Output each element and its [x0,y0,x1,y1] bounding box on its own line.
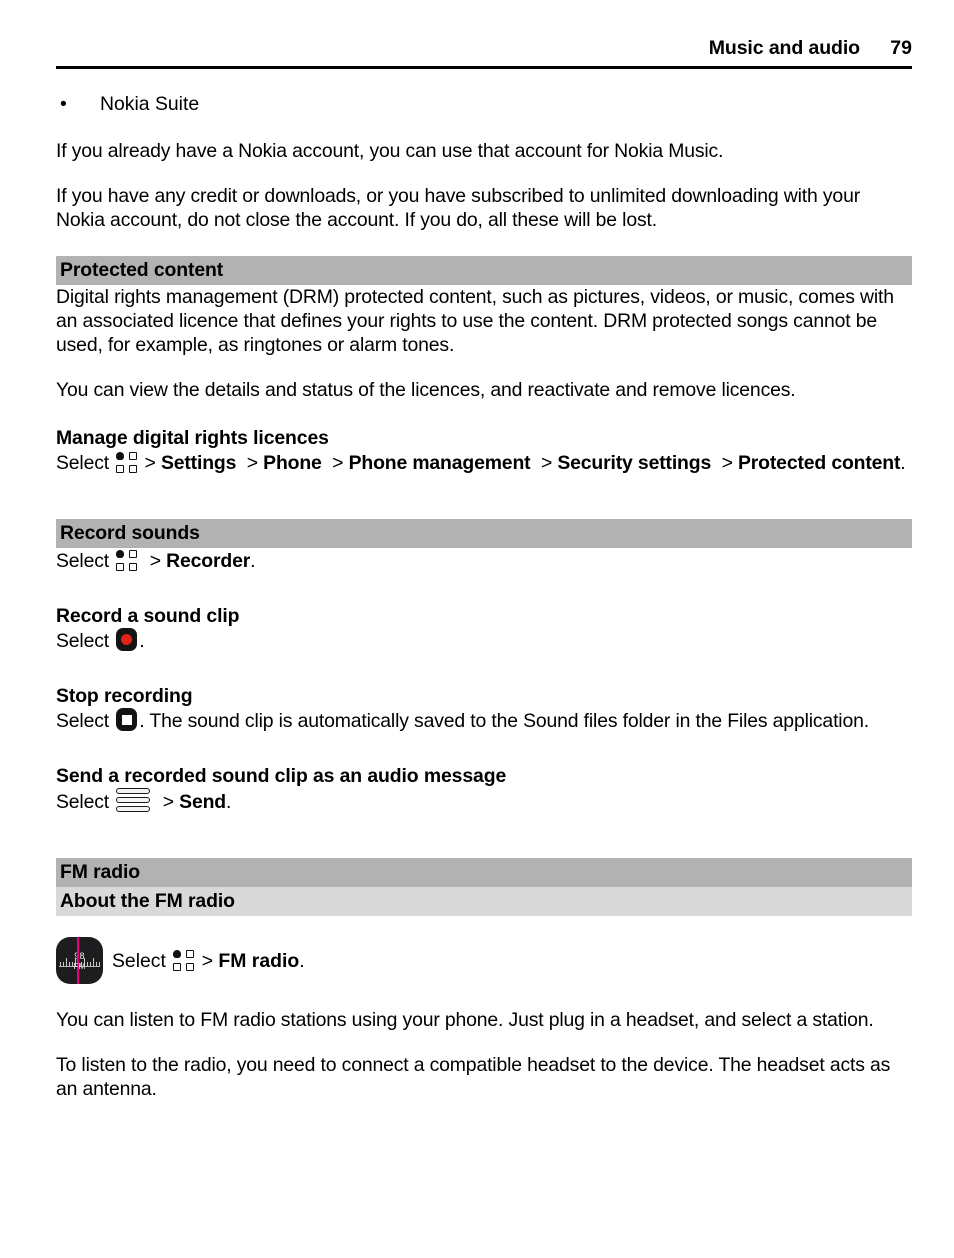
paragraph-drm-intro: Digital rights management (DRM) protecte… [56,286,894,356]
path-separator: > [540,452,553,474]
menu-item-recorder[interactable]: Recorder [166,550,250,572]
select-label: Select [56,791,109,813]
select-label: Select [56,710,109,732]
select-label: Select [56,630,109,652]
menu-item-phone-management[interactable]: Phone management [349,452,531,474]
path-separator: > [201,949,214,972]
subheading-stop-recording: Stop recording [56,685,193,707]
step-stop-recording: Select . The sound clip is automatically… [56,708,912,734]
sentence-terminator: . [225,791,232,813]
select-label: Select [56,550,109,572]
step-open-recorder: Select > Recorder. [56,548,912,574]
fm-band-label: FM [73,962,86,971]
select-label: Select [56,452,109,474]
step-manage-drm-licences: Select > Settings > Phone > Phone manage… [56,450,912,476]
page-content: • Nokia Suite If you already have a Noki… [56,92,912,1101]
options-list-icon[interactable] [116,788,151,812]
path-separator: > [149,550,161,572]
path-separator: > [332,452,344,474]
section-band-about-fm-radio: About the FM radio [56,887,912,916]
menu-grid-icon[interactable] [116,550,138,571]
subheading-manage-drm-licences: Manage digital rights licences [56,427,329,449]
path-separator: > [162,791,174,813]
path-separator: > [144,452,156,474]
select-label: Select [112,949,166,972]
path-separator: > [721,452,733,474]
record-button-icon[interactable] [116,628,138,651]
stop-recording-description: . The sound clip is automatically saved … [139,710,869,732]
page-header: Music and audio 79 [56,36,912,69]
menu-item-protected-content[interactable]: Protected content [738,452,900,474]
menu-grid-icon[interactable] [173,950,195,971]
subheading-send-sound-clip: Send a recorded sound clip as an audio m… [56,765,507,787]
section-band-fm-radio: FM radio [56,858,912,887]
menu-item-fm-radio[interactable]: FM radio [218,949,299,973]
menu-item-settings[interactable]: Settings [161,452,236,474]
header-title: Music and audio [708,37,860,59]
paragraph-fm-headset: To listen to the radio, you need to conn… [56,1054,891,1100]
document-page: Music and audio 79 • Nokia Suite If you … [0,0,954,1258]
subheading-record-a-sound-clip: Record a sound clip [56,605,240,627]
section-band-protected-content: Protected content [56,256,912,285]
page-number: 79 [890,37,912,59]
paragraph-credit-downloads: If you have any credit or downloads, or … [56,185,861,231]
bullet-marker: • [60,93,67,115]
stop-button-icon[interactable] [116,708,138,731]
menu-item-security-settings[interactable]: Security settings [557,452,711,474]
sentence-terminator: . [299,949,305,972]
step-open-fm-radio: 98 FM Select > FM radio. [56,937,912,984]
menu-item-send[interactable]: Send [179,791,226,813]
paragraph-drm-view: You can view the details and status of t… [56,379,796,401]
sentence-terminator: . [250,550,256,572]
menu-grid-icon[interactable] [116,452,138,473]
bullet-text: Nokia Suite [100,93,200,115]
paragraph-fm-listen: You can listen to FM radio stations usin… [56,1009,874,1031]
fm-radio-app-icon[interactable]: 98 FM [56,937,103,984]
paragraph-nokia-account: If you already have a Nokia account, you… [56,140,724,162]
step-record-clip: Select . [56,628,912,654]
section-band-record-sounds: Record sounds [56,519,912,548]
list-item: • Nokia Suite [56,92,912,116]
path-separator: > [246,452,258,474]
sentence-terminator: . [139,630,145,652]
step-send-clip: Select > Send. [56,788,912,815]
sentence-terminator: . [900,452,906,474]
menu-item-phone[interactable]: Phone [263,452,322,474]
